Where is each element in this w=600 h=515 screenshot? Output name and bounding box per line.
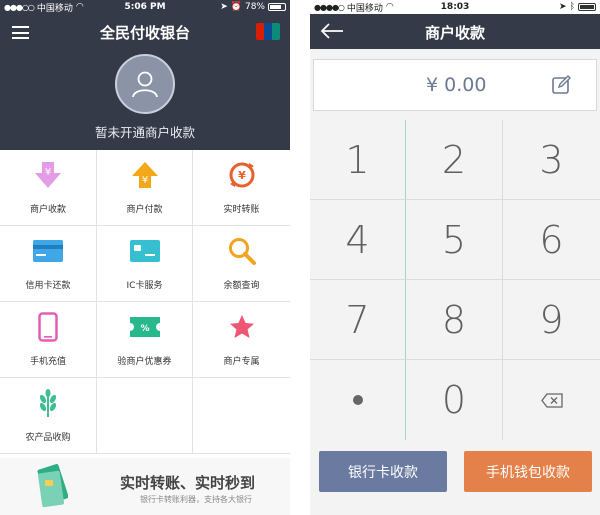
svg-text:¥: ¥ — [141, 175, 147, 186]
status-bar: ●●●●○ 中国移动 ◠ 18:03 ➤ ᛒ — [310, 0, 600, 14]
user-icon — [132, 71, 158, 98]
grid-item-label: 余额查询 — [223, 281, 260, 291]
transfer-yen-icon: ¥ — [229, 162, 254, 188]
grid-item-label: 农产品收购 — [25, 433, 71, 443]
key-1[interactable]: 1 — [310, 120, 406, 200]
signal-icon: ●●●○○ — [4, 2, 35, 12]
backspace-icon — [540, 392, 563, 408]
grid-item-credit-card-repay[interactable]: 信用卡还款 — [0, 226, 97, 302]
avatar[interactable] — [115, 54, 175, 114]
location-icon: ➤ — [559, 2, 567, 12]
left-phone-screen: ●●●○○ 中国移动 ◠ 5:06 PM ➤ ⏰ 78% 全民付收银台 暂未开通… — [0, 0, 290, 515]
key-backspace[interactable] — [503, 360, 600, 440]
grid-item-farm-produce[interactable]: 农产品收购 — [0, 378, 97, 454]
grid-item-label: 商户专属 — [223, 357, 260, 367]
battery-icon — [268, 3, 286, 11]
carrier-label: 中国移动 — [346, 3, 383, 14]
right-phone-screen: ●●●●○ 中国移动 ◠ 18:03 ➤ ᛒ 商户收款 ¥ 0.00 1 2 3… — [310, 0, 600, 515]
grid-item-realtime-transfer[interactable]: ¥ 实时转账 — [193, 150, 290, 226]
grid-item-label: 商户付款 — [126, 205, 163, 215]
amount-value: ¥ 0.00 — [426, 74, 487, 96]
account-status-text: 暂未开通商户收款 — [94, 125, 195, 140]
battery-percent: 78% — [244, 2, 265, 12]
page-title: 商户收款 — [424, 24, 485, 42]
alarm-icon: ⏰ — [230, 2, 242, 12]
grid-item-merchant-pay[interactable]: ¥ 商户付款 — [97, 150, 193, 226]
app-header: 商户收款 — [310, 14, 600, 49]
page-title: 全民付收银台 — [99, 24, 190, 42]
grid-item-merchant-exclusive[interactable]: 商户专属 — [193, 302, 290, 378]
clock: 18:03 — [440, 2, 470, 12]
wifi-icon: ◠ — [75, 2, 84, 12]
grid-item-label: IC卡服务 — [126, 281, 163, 291]
grid-empty-cell — [97, 378, 193, 454]
phone-icon — [38, 312, 58, 342]
app-header: 全民付收银台 暂未开通商户收款 — [0, 14, 290, 150]
battery-icon — [578, 3, 596, 11]
grid-item-label: 商户收款 — [29, 205, 66, 215]
status-bar: ●●●○○ 中国移动 ◠ 5:06 PM ➤ ⏰ 78% — [0, 0, 290, 14]
star-icon — [229, 315, 254, 338]
service-grid: ¥ 商户收款 ¥ 商户付款 ¥ 实时转账 信用卡还款 IC卡服务 余额查询 手机… — [0, 150, 290, 454]
amount-display[interactable]: ¥ 0.00 — [313, 59, 597, 111]
svg-text:¥: ¥ — [45, 167, 51, 178]
decimal-point-icon — [352, 395, 363, 405]
grid-item-merchant-receive[interactable]: ¥ 商户收款 — [0, 150, 97, 226]
coupon-icon: % — [129, 317, 160, 337]
key-0[interactable]: 0 — [406, 360, 503, 440]
carrier-label: 中国移动 — [36, 3, 73, 14]
grid-item-ic-card[interactable]: IC卡服务 — [97, 226, 193, 302]
key-2[interactable]: 2 — [406, 120, 503, 200]
grid-item-phone-recharge[interactable]: 手机充值 — [0, 302, 97, 378]
edit-icon[interactable] — [551, 75, 571, 95]
grid-item-label: 实时转账 — [223, 205, 260, 215]
grid-item-label: 信用卡还款 — [25, 281, 71, 291]
bluetooth-icon: ᛒ — [569, 2, 575, 12]
grid-empty-cell — [193, 378, 290, 454]
banner-title: 实时转账、实时秒到 — [120, 474, 256, 492]
key-8[interactable]: 8 — [406, 280, 503, 360]
key-3[interactable]: 3 — [503, 120, 600, 200]
location-icon: ➤ — [220, 2, 228, 12]
wheat-icon — [39, 389, 57, 417]
key-4[interactable]: 4 — [310, 200, 406, 280]
download-yen-icon: ¥ — [35, 162, 61, 188]
clock: 5:06 PM — [124, 2, 166, 12]
ic-card-icon — [129, 240, 160, 262]
key-6[interactable]: 6 — [503, 200, 600, 280]
credit-card-icon — [33, 240, 63, 262]
signal-icon: ●●●●○ — [314, 2, 345, 12]
promo-banner[interactable]: 实时转账、实时秒到 银行卡转账利器，支持各大银行 — [0, 458, 290, 515]
grid-item-coupon[interactable]: % 验商户优惠券 — [97, 302, 193, 378]
mobile-wallet-receive-button[interactable]: 手机钱包收款 — [464, 451, 592, 492]
magnifier-icon — [228, 238, 256, 265]
grid-item-label: 验商户优惠券 — [117, 357, 172, 367]
wifi-icon: ◠ — [385, 2, 394, 12]
numeric-keypad: 1 2 3 4 5 6 7 8 9 0 — [310, 120, 600, 440]
svg-text:%: % — [140, 324, 149, 334]
key-9[interactable]: 9 — [503, 280, 600, 360]
unionpay-logo — [256, 23, 280, 40]
banner-subtitle: 银行卡转账利器，支持各大银行 — [140, 495, 252, 504]
grid-item-label: 手机充值 — [29, 357, 66, 367]
bank-card-illustration-icon — [37, 464, 68, 508]
upload-yen-icon: ¥ — [131, 162, 158, 188]
bank-card-receive-button[interactable]: 银行卡收款 — [319, 451, 447, 492]
key-7[interactable]: 7 — [310, 280, 406, 360]
svg-text:¥: ¥ — [238, 169, 246, 182]
key-decimal[interactable] — [310, 360, 406, 440]
key-5[interactable]: 5 — [406, 200, 503, 280]
grid-item-balance-query[interactable]: 余额查询 — [193, 226, 290, 302]
